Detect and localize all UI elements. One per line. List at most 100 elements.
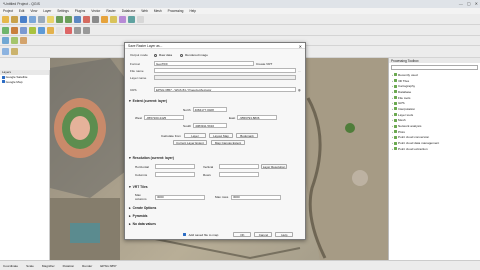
toolbox-item[interactable]: › Point cloud extraction: [389, 146, 480, 152]
zoom-full-icon[interactable]: [74, 15, 81, 23]
south-input[interactable]: 4083911.5916: [193, 123, 228, 128]
menu-edit[interactable]: Edit: [19, 9, 25, 13]
pan-icon[interactable]: [47, 15, 54, 23]
print-layout-icon[interactable]: [38, 15, 45, 23]
menu-processing[interactable]: Processing: [168, 9, 184, 13]
new-layer-icon[interactable]: [47, 26, 54, 34]
attribute-table-icon[interactable]: [128, 15, 135, 23]
file-name-input[interactable]: [154, 68, 296, 73]
folder-icon: [394, 113, 398, 117]
bookmark-button[interactable]: Bookmark: [235, 133, 258, 138]
delete-feature-icon[interactable]: [65, 26, 72, 34]
add-to-map-checkbox[interactable]: [183, 233, 186, 236]
crs-select[interactable]: EPSG:3857 - WGS 84 / Pseudo-Mercator: [154, 87, 296, 92]
annotation-icon[interactable]: [11, 48, 18, 55]
layer-item[interactable]: Google Map: [0, 80, 49, 85]
zoom-in-icon[interactable]: [56, 15, 63, 23]
menu-database[interactable]: Database: [122, 9, 136, 13]
checkbox-icon[interactable]: [2, 80, 5, 84]
layer-button[interactable]: Layer: [183, 133, 206, 138]
add-vector-icon[interactable]: [2, 26, 9, 34]
max-columns-input[interactable]: 3000: [155, 194, 205, 200]
plugin-icon[interactable]: [20, 37, 27, 44]
east-row: East -9556793.8836: [229, 115, 278, 120]
identify-icon[interactable]: [101, 15, 108, 23]
globe-icon[interactable]: ◍: [298, 88, 301, 92]
add-raster-icon[interactable]: [11, 26, 18, 34]
format-select[interactable]: GeoTIFF: [154, 61, 254, 66]
pyramids-header[interactable]: ▸ Pyramids: [129, 214, 148, 218]
add-csv-icon[interactable]: [29, 26, 36, 34]
menu-raster[interactable]: Raster: [106, 9, 115, 13]
menu-layer[interactable]: Layer: [43, 9, 51, 13]
horizontal-input[interactable]: [155, 164, 195, 169]
no-data-header[interactable]: ▸ No data values: [129, 222, 156, 226]
layout-map-button[interactable]: Layout Map: [208, 133, 233, 138]
menu-help[interactable]: Help: [189, 9, 196, 13]
coordinate-label: Coordinate: [3, 263, 19, 268]
dialog-titlebar: Save Raster Layer as... ✕: [125, 43, 305, 49]
vertical-input[interactable]: [219, 164, 259, 169]
help-button[interactable]: Help: [275, 232, 294, 237]
redo-icon[interactable]: [83, 26, 90, 34]
zoom-out-icon[interactable]: [65, 15, 72, 23]
select-icon[interactable]: [110, 15, 117, 23]
menu-vector[interactable]: Vector: [91, 9, 100, 13]
menu-view[interactable]: View: [30, 9, 37, 13]
refresh-icon[interactable]: [92, 15, 99, 23]
ok-button[interactable]: OK: [233, 232, 252, 237]
cancel-button[interactable]: Cancel: [254, 232, 273, 237]
browse-icon[interactable]: …: [298, 69, 301, 73]
calculate-from-label: Calculate from: [161, 133, 181, 138]
menu-project[interactable]: Project: [3, 9, 13, 13]
save-project-icon[interactable]: [20, 15, 27, 23]
rotation-label: Rotation: [62, 263, 75, 268]
undo-icon[interactable]: [74, 26, 81, 34]
save-as-icon[interactable]: [29, 15, 36, 23]
east-input[interactable]: -9556793.8836: [237, 115, 278, 120]
render-checkbox[interactable]: Render: [82, 264, 92, 268]
crs-button[interactable]: EPSG:3857: [100, 264, 116, 268]
max-rows-input[interactable]: 3000: [231, 194, 281, 200]
extent-section-header[interactable]: ▾ Extent (current: layer): [129, 99, 167, 103]
python-icon[interactable]: [11, 37, 18, 44]
digitize-icon[interactable]: [56, 26, 63, 34]
vrt-section-header[interactable]: ▾ VRT Tiles: [129, 185, 148, 189]
zoom-layer-icon[interactable]: [83, 15, 90, 23]
folder-icon: [394, 130, 398, 134]
layer-name-input[interactable]: [154, 75, 296, 80]
checkbox-icon[interactable]: [2, 75, 5, 79]
create-options-header[interactable]: ▸ Create Options: [129, 206, 156, 210]
close-icon[interactable]: ✕: [299, 44, 302, 49]
measure-icon[interactable]: [119, 15, 126, 23]
resolution-section-header[interactable]: ▾ Resolution (current: layer): [129, 156, 174, 160]
current-layer-extent-button[interactable]: Current Layer Extent: [173, 140, 207, 145]
map-canvas-extent-button[interactable]: Map Canvas Extent: [211, 140, 245, 145]
menu-mesh[interactable]: Mesh: [154, 9, 162, 13]
new-project-icon[interactable]: [2, 15, 9, 23]
columns-row: Columns Rows: [135, 172, 259, 177]
raw-data-radio[interactable]: [154, 53, 157, 57]
add-database-icon[interactable]: [20, 26, 27, 34]
columns-input[interactable]: [155, 172, 195, 177]
add-wms-icon[interactable]: [38, 26, 45, 34]
menu-settings[interactable]: Settings: [57, 9, 69, 13]
open-project-icon[interactable]: [11, 15, 18, 23]
chevron-down-icon: ▾: [129, 185, 131, 189]
label-icon[interactable]: [137, 15, 144, 23]
close-button[interactable]: ✕: [475, 1, 478, 6]
create-vrt-checkbox[interactable]: Create VRT: [256, 62, 272, 66]
map-tips-icon[interactable]: [2, 48, 9, 55]
processing-icon[interactable]: [2, 37, 9, 44]
menu-web[interactable]: Web: [141, 9, 148, 13]
menu-plugins[interactable]: Plugins: [75, 9, 85, 13]
maximize-button[interactable]: ▢: [467, 1, 471, 6]
west-input[interactable]: -9557200.2425: [144, 115, 184, 120]
north-input[interactable]: 4084177.0028: [192, 107, 227, 112]
layer-resolution-button[interactable]: Layer Resolution: [261, 164, 287, 169]
minimize-button[interactable]: —: [459, 1, 463, 6]
rendered-image-radio[interactable]: [180, 53, 184, 57]
search-input[interactable]: [391, 65, 478, 70]
rows-input[interactable]: [219, 172, 259, 177]
window-title: *Untitled Project - QGIS: [3, 2, 40, 6]
